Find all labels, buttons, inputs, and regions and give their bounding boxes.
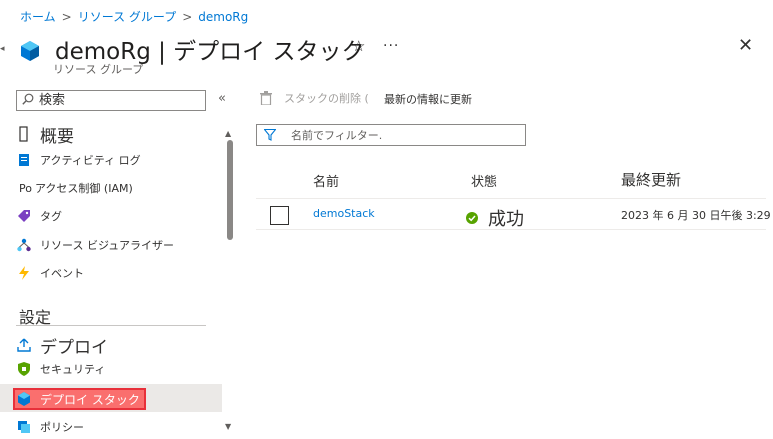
- status-cell: 成功: [466, 205, 524, 231]
- sidebar-item-label: アクティビティ ログ: [40, 154, 141, 167]
- sidebar-item-events[interactable]: イベント: [16, 262, 84, 284]
- deploy-icon: [16, 337, 32, 353]
- row-checkbox[interactable]: [270, 206, 289, 225]
- stack-name-link[interactable]: demoStack: [313, 207, 375, 220]
- column-header-name[interactable]: 名前: [313, 171, 339, 190]
- section-divider: [16, 325, 206, 326]
- page-subtitle: リソース グループ: [53, 63, 144, 76]
- deployment-stack-icon: [16, 391, 32, 407]
- delete-stack-label: スタックの削除 (: [284, 92, 369, 105]
- sidebar-item-label: セキュリティ: [40, 363, 106, 376]
- breadcrumb-home-link[interactable]: ホーム: [20, 10, 56, 24]
- sidebar-item-label: ポリシー: [40, 421, 84, 434]
- sidebar-item-label: デプロイ: [40, 337, 108, 358]
- resource-group-icon: [21, 41, 39, 61]
- trash-icon: [260, 91, 272, 105]
- sidebar-scroll-thumb[interactable]: [227, 140, 233, 240]
- sidebar-item-resource-visualizer[interactable]: リソース ビジュアライザー: [16, 234, 174, 256]
- last-updated-cell: 2023 年 6 月 30 日午後 3:29: [621, 209, 771, 222]
- sidebar-item-label: アクセス制御 (IAM): [34, 182, 133, 195]
- sidebar-item-overview[interactable]: 概要: [16, 123, 74, 147]
- star-icon[interactable]: ☆: [352, 37, 365, 55]
- delete-stack-button[interactable]: スタックの削除 (: [260, 90, 369, 106]
- status-text: 成功: [488, 209, 524, 230]
- breadcrumb-resource-groups-link[interactable]: リソース グループ: [78, 10, 177, 24]
- scroll-down-icon[interactable]: ▼: [225, 422, 231, 431]
- sidebar-item-label: 概要: [40, 126, 74, 147]
- sidebar-item-security[interactable]: セキュリティ: [16, 358, 105, 380]
- sidebar-item-deployment-stacks[interactable]: デプロイ スタック: [16, 388, 140, 410]
- refresh-button[interactable]: 最新の情報に更新: [384, 91, 472, 107]
- sidebar-item-deployments[interactable]: デプロイ: [16, 334, 108, 358]
- iam-icon: Po: [19, 181, 32, 195]
- table-row-divider: [256, 229, 766, 230]
- close-button[interactable]: ✕: [738, 35, 753, 56]
- breadcrumb: ホーム > リソース グループ > demoRg: [20, 8, 248, 25]
- tag-icon: [16, 208, 32, 224]
- sidebar-item-label: イベント: [40, 267, 84, 280]
- policy-icon: [16, 419, 32, 435]
- filter-icon: [264, 129, 276, 141]
- sidebar-item-policies[interactable]: ポリシー: [16, 416, 84, 438]
- visualizer-icon: [16, 237, 32, 253]
- breadcrumb-separator: >: [61, 10, 72, 24]
- table-header-divider: [256, 198, 766, 199]
- column-header-status[interactable]: 状態: [471, 171, 497, 190]
- filter-input[interactable]: [291, 127, 511, 143]
- sidebar-item-label: デプロイ スタック: [40, 392, 140, 407]
- success-icon: [466, 212, 478, 224]
- sidebar-search[interactable]: [16, 90, 206, 111]
- event-icon: [16, 265, 32, 281]
- sidebar-item-tags[interactable]: タグ: [16, 205, 62, 227]
- sidebar-item-label: タグ: [40, 210, 62, 223]
- sidebar-item-activity-log[interactable]: アクティビティ ログ: [16, 149, 141, 171]
- filter-box[interactable]: [256, 124, 526, 146]
- sidebar-item-iam[interactable]: Po アクセス制御 (IAM): [19, 177, 133, 199]
- sidebar-item-label: リソース ビジュアライザー: [40, 239, 174, 252]
- sidebar-search-input[interactable]: [39, 92, 199, 109]
- breadcrumb-separator: >: [182, 10, 193, 24]
- shield-icon: [16, 361, 32, 377]
- expand-arrow-icon[interactable]: ◂: [0, 44, 5, 54]
- more-options-button[interactable]: ...: [383, 34, 399, 50]
- scroll-up-icon[interactable]: ▲: [225, 129, 231, 138]
- activity-log-icon: [16, 152, 32, 168]
- collapse-sidebar-button[interactable]: «: [218, 91, 226, 106]
- sidebar: « ▲ ▼ 概要 アクティビティ ログ Po アクセス制御 (IAM) タグ リ…: [0, 85, 240, 439]
- search-icon: [22, 93, 34, 105]
- page-header: ◂ demoRg | デプロイ スタック リソース グループ ☆ ... ✕: [0, 30, 773, 80]
- column-header-last-updated[interactable]: 最終更新: [621, 169, 681, 190]
- overview-icon: [16, 126, 32, 142]
- breadcrumb-current-link[interactable]: demoRg: [198, 10, 248, 24]
